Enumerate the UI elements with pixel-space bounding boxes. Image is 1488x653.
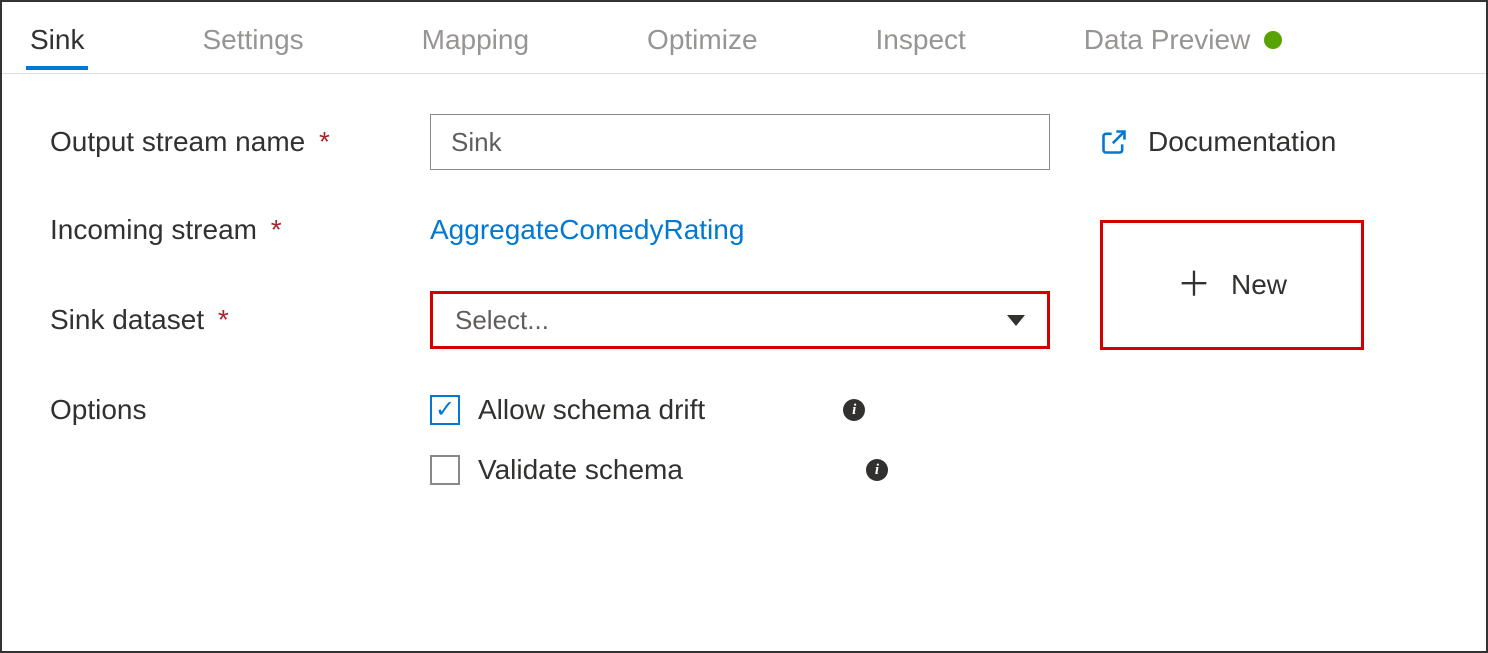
new-button[interactable]: ＋ New: [1100, 220, 1364, 350]
required-asterisk: *: [271, 214, 282, 245]
tab-settings[interactable]: Settings: [198, 6, 307, 70]
required-asterisk: *: [218, 304, 229, 335]
new-button-label: New: [1231, 269, 1287, 301]
plus-icon: ＋: [1177, 268, 1211, 302]
output-stream-name-label: Output stream name: [50, 126, 305, 157]
info-icon[interactable]: i: [866, 459, 888, 481]
tabs-bar: Sink Settings Mapping Optimize Inspect D…: [2, 2, 1486, 74]
incoming-stream-label: Incoming stream: [50, 214, 257, 245]
check-icon: ✓: [435, 398, 455, 422]
required-asterisk: *: [319, 126, 330, 157]
tab-inspect[interactable]: Inspect: [872, 6, 970, 70]
sink-dataset-label: Sink dataset: [50, 304, 204, 335]
status-dot-icon: [1264, 31, 1282, 49]
external-link-icon: [1100, 128, 1128, 156]
allow-schema-drift-checkbox[interactable]: ✓: [430, 395, 460, 425]
incoming-stream-value[interactable]: AggregateComedyRating: [430, 214, 744, 245]
tab-data-preview[interactable]: Data Preview: [1080, 6, 1287, 70]
tab-optimize[interactable]: Optimize: [643, 6, 761, 70]
documentation-link[interactable]: Documentation: [1100, 126, 1336, 158]
tab-data-preview-label: Data Preview: [1084, 24, 1251, 56]
output-stream-name-input[interactable]: [430, 114, 1050, 170]
options-label: Options: [50, 394, 147, 425]
chevron-down-icon: [1007, 315, 1025, 326]
allow-schema-drift-label: Allow schema drift: [478, 394, 705, 426]
documentation-label: Documentation: [1148, 126, 1336, 158]
tab-mapping[interactable]: Mapping: [418, 6, 533, 70]
validate-schema-label: Validate schema: [478, 454, 683, 486]
sink-dataset-select[interactable]: Select...: [430, 291, 1050, 349]
tab-sink[interactable]: Sink: [26, 6, 88, 70]
validate-schema-checkbox[interactable]: [430, 455, 460, 485]
info-icon[interactable]: i: [843, 399, 865, 421]
sink-dataset-placeholder: Select...: [455, 305, 549, 336]
